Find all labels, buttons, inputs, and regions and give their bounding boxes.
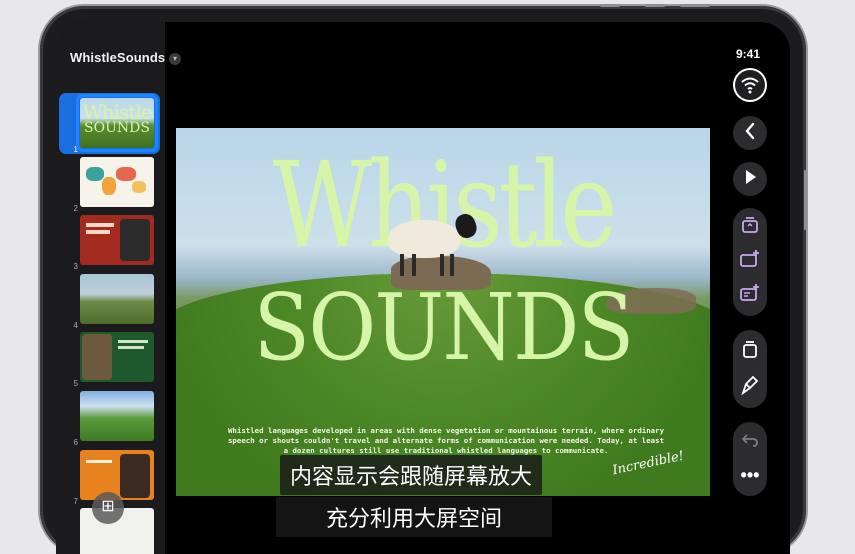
- add-slide-icon: ⊞: [101, 498, 115, 515]
- format-brush-icon[interactable]: [733, 374, 767, 404]
- slide-number: 3: [73, 262, 78, 271]
- slide-navigator: WhistleSounds ▾ 1 Whistle SOUNDS 2 3 4 5…: [56, 22, 181, 554]
- slide-thumbnail-5[interactable]: 5: [56, 332, 165, 388]
- slide-thumbnail-4[interactable]: 4: [56, 274, 165, 330]
- thumbnail-image: [80, 274, 154, 324]
- slide-number: 7: [73, 497, 78, 506]
- sheep: [388, 220, 460, 258]
- slide-canvas[interactable]: Whistle SOUNDS Whistled languages develo…: [176, 128, 710, 496]
- edit-toolbar-group: •••: [733, 422, 767, 496]
- volume-button: [645, 4, 665, 7]
- add-text-icon[interactable]: [733, 214, 767, 244]
- caption-line-1: 内容显示会跟随屏幕放大: [280, 455, 543, 495]
- slide-body-text: Whistled languages developed in areas wi…: [227, 426, 665, 455]
- more-icon[interactable]: •••: [733, 462, 767, 492]
- add-slide-button[interactable]: ⊞: [92, 492, 124, 524]
- volume-button: [600, 4, 620, 7]
- insert-toolbar-group: [733, 208, 767, 316]
- side-button: [804, 170, 807, 230]
- slide-number: 1: [73, 145, 78, 154]
- slide-thumbnail-6[interactable]: 6: [56, 391, 165, 447]
- undo-icon[interactable]: [733, 428, 767, 458]
- screen: WhistleSounds ▾ 1 Whistle SOUNDS 2 3 4 5…: [56, 22, 790, 554]
- slide-title-sounds: SOUNDS: [253, 274, 634, 381]
- slide-thumbnail-1[interactable]: 1 Whistle SOUNDS: [56, 93, 165, 154]
- thumbnail-image: [80, 450, 154, 500]
- slide-number: 6: [73, 438, 78, 447]
- wifi-icon: [741, 77, 759, 94]
- thumbnail-image: [80, 332, 154, 382]
- add-shape-icon[interactable]: [733, 248, 767, 278]
- thumbnail-image: [80, 391, 154, 441]
- back-icon: [733, 118, 767, 148]
- slide-number: 2: [73, 204, 78, 213]
- slide-thumbnail-2[interactable]: 2: [56, 157, 165, 213]
- format-toolbar-group: [733, 330, 767, 408]
- thumbnail-image: [80, 157, 154, 207]
- wifi-button[interactable]: [733, 68, 767, 102]
- chevron-down-icon[interactable]: ▾: [169, 53, 181, 65]
- app-title: WhistleSounds: [70, 50, 166, 65]
- caption-line-2: 充分利用大屏空间: [276, 497, 553, 537]
- play-button[interactable]: [733, 162, 767, 196]
- slide-number: 4: [73, 321, 78, 330]
- thumbnail-image: [80, 215, 154, 265]
- top-button: [680, 4, 710, 7]
- add-media-icon[interactable]: [733, 282, 767, 312]
- thumbnail-image: Whistle SOUNDS: [76, 94, 158, 152]
- back-button[interactable]: [733, 116, 767, 150]
- layers-icon[interactable]: [733, 338, 767, 368]
- slide-number: 5: [73, 379, 78, 388]
- status-time: 9:41: [736, 47, 761, 61]
- slide-thumbnail-3[interactable]: 3: [56, 215, 165, 271]
- play-icon: [733, 164, 767, 194]
